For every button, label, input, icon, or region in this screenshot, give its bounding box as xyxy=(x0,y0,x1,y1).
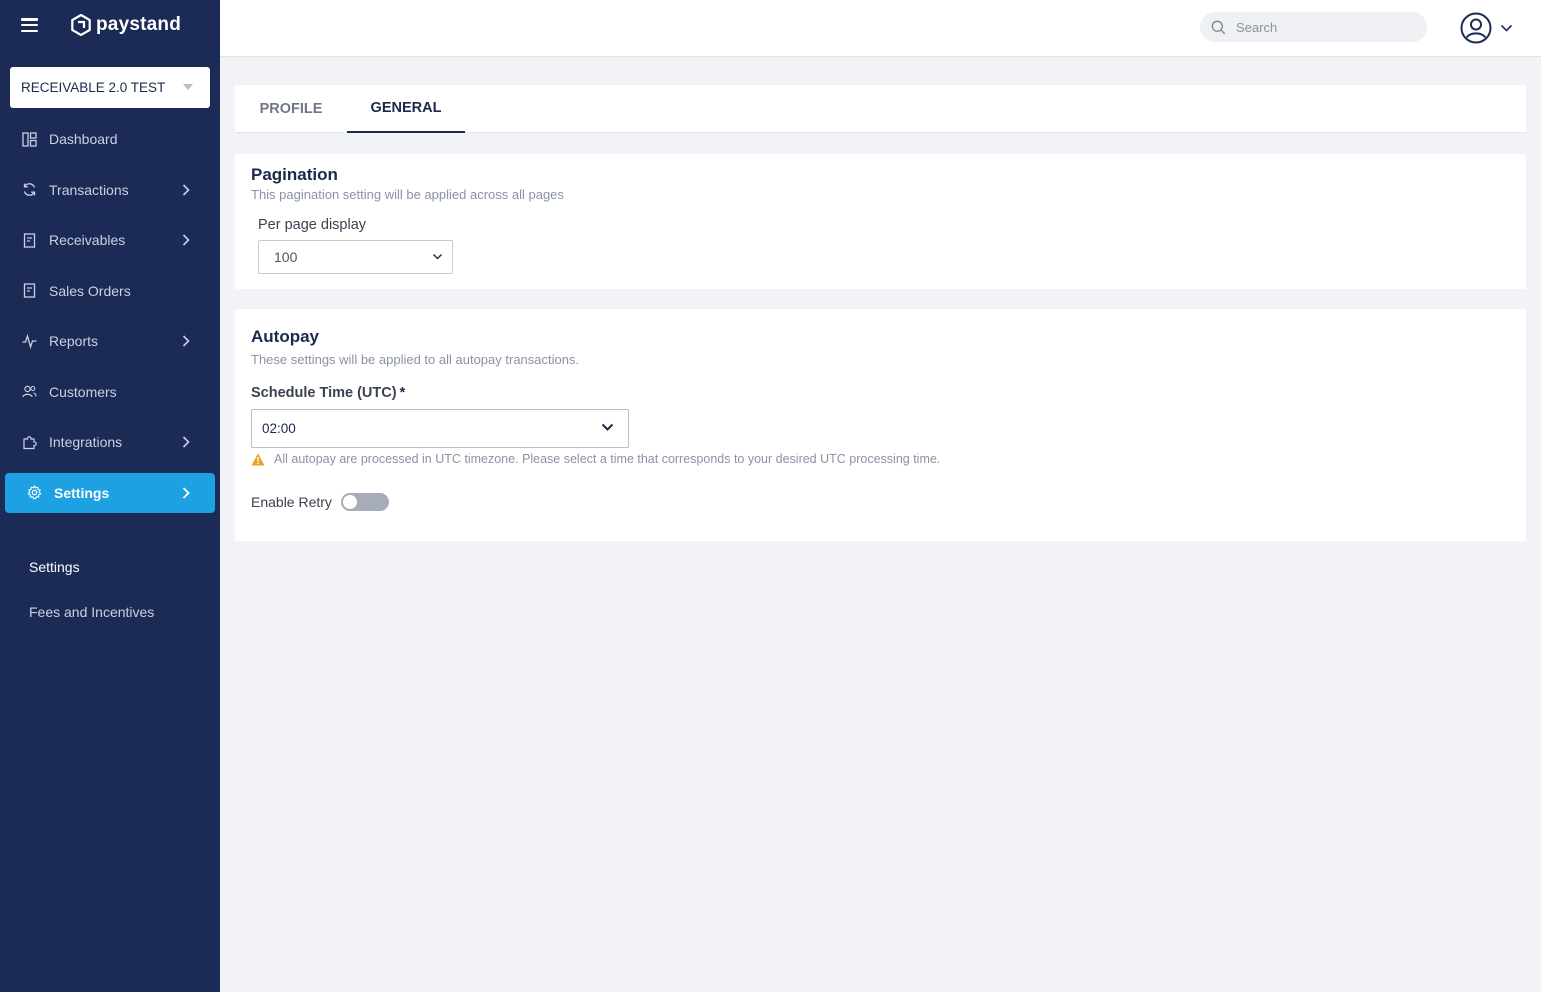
subnav-item-fees-and-incentives[interactable]: Fees and Incentives xyxy=(0,589,220,634)
enable-retry-row: Enable Retry xyxy=(251,493,389,511)
subnav-item-settings[interactable]: Settings xyxy=(0,544,220,589)
pagination-card: Pagination This pagination setting will … xyxy=(235,154,1526,289)
utc-warning: All autopay are processed in UTC timezon… xyxy=(251,452,940,466)
user-avatar-icon xyxy=(1460,12,1492,44)
paystand-logo-icon xyxy=(71,14,91,36)
autopay-subtitle: These settings will be applied to all au… xyxy=(251,352,580,367)
settings-tabs: PROFILE GENERAL xyxy=(235,85,1526,133)
chevron-right-icon xyxy=(182,184,190,196)
document-icon xyxy=(21,283,37,299)
menu-icon[interactable] xyxy=(21,18,38,32)
topbar xyxy=(220,0,1541,57)
chevron-right-icon xyxy=(182,436,190,448)
logo[interactable]: paystand xyxy=(70,14,181,36)
account-select[interactable]: RECEIVABLE 2.0 TEST xyxy=(10,67,210,108)
sidebar-item-label: Customers xyxy=(49,383,117,400)
sidebar-item-label: Dashboard xyxy=(49,131,118,148)
sidebar-item-integrations[interactable]: Integrations xyxy=(0,417,220,468)
schedule-time-label: Schedule Time (UTC) * xyxy=(251,385,405,401)
pagination-subtitle: This pagination setting will be applied … xyxy=(251,187,564,202)
gear-icon xyxy=(26,485,42,501)
brand-row: paystand xyxy=(0,0,220,50)
autopay-card: Autopay These settings will be applied t… xyxy=(235,309,1526,541)
chevron-right-icon xyxy=(182,234,190,246)
per-page-label: Per page display xyxy=(258,217,367,233)
account-select-value: RECEIVABLE 2.0 TEST xyxy=(21,80,166,95)
required-mark: * xyxy=(399,385,406,401)
pagination-title: Pagination xyxy=(251,165,338,184)
sidebar-item-label: Reports xyxy=(49,333,99,350)
sidebar-item-label: Receivables xyxy=(49,232,126,249)
sidebar-item-sales-orders[interactable]: Sales Orders xyxy=(0,266,220,317)
sidebar-item-reports[interactable]: Reports xyxy=(0,316,220,367)
enable-retry-toggle[interactable] xyxy=(340,493,389,511)
sidebar-item-settings[interactable]: Settings xyxy=(5,472,215,513)
sidebar-item-label: Integrations xyxy=(49,434,123,451)
chevron-down-icon xyxy=(432,253,443,260)
search-input[interactable] xyxy=(1236,19,1406,35)
search-icon xyxy=(1211,20,1226,34)
warning-text: All autopay are processed in UTC timezon… xyxy=(274,452,941,466)
schedule-time-value: 02:00 xyxy=(262,421,296,436)
dashboard-icon xyxy=(21,131,37,147)
search-box[interactable] xyxy=(1200,12,1427,42)
tab-general[interactable]: GENERAL xyxy=(347,85,465,133)
chevron-right-icon xyxy=(182,335,190,347)
schedule-time-select[interactable]: 02:00 xyxy=(251,409,629,448)
refresh-icon xyxy=(21,182,37,198)
settings-subnav: Settings Fees and Incentives xyxy=(0,544,220,634)
sidebar-item-label: Settings xyxy=(54,484,110,501)
user-menu[interactable] xyxy=(1460,12,1513,44)
enable-retry-label: Enable Retry xyxy=(251,494,332,510)
caret-down-icon xyxy=(183,84,193,90)
document-icon xyxy=(21,232,37,248)
schedule-time-label-text: Schedule Time (UTC) xyxy=(251,385,397,401)
sidebar: paystand RECEIVABLE 2.0 TEST Dashboard T… xyxy=(0,0,220,992)
sidebar-item-label: Transactions xyxy=(49,181,129,198)
activity-icon xyxy=(21,333,37,349)
per-page-select[interactable]: 100 xyxy=(258,240,453,274)
sidebar-item-customers[interactable]: Customers xyxy=(0,367,220,418)
sidebar-item-receivables[interactable]: Receivables xyxy=(0,215,220,266)
sidebar-item-label: Sales Orders xyxy=(49,282,131,299)
warning-icon xyxy=(251,453,265,465)
sidebar-item-dashboard[interactable]: Dashboard xyxy=(0,114,220,165)
per-page-value: 100 xyxy=(274,249,298,265)
users-icon xyxy=(21,384,37,400)
tab-profile[interactable]: PROFILE xyxy=(235,85,347,133)
chevron-right-icon xyxy=(182,486,190,499)
puzzle-icon xyxy=(21,434,37,450)
autopay-title: Autopay xyxy=(251,327,319,346)
toggle-knob xyxy=(342,495,357,509)
brand-name: paystand xyxy=(96,14,182,35)
chevron-down-icon xyxy=(1500,24,1513,32)
chevron-down-icon xyxy=(601,423,614,431)
sidebar-item-transactions[interactable]: Transactions xyxy=(0,165,220,216)
sidebar-nav: Dashboard Transactions Receivables Sales… xyxy=(0,114,220,518)
